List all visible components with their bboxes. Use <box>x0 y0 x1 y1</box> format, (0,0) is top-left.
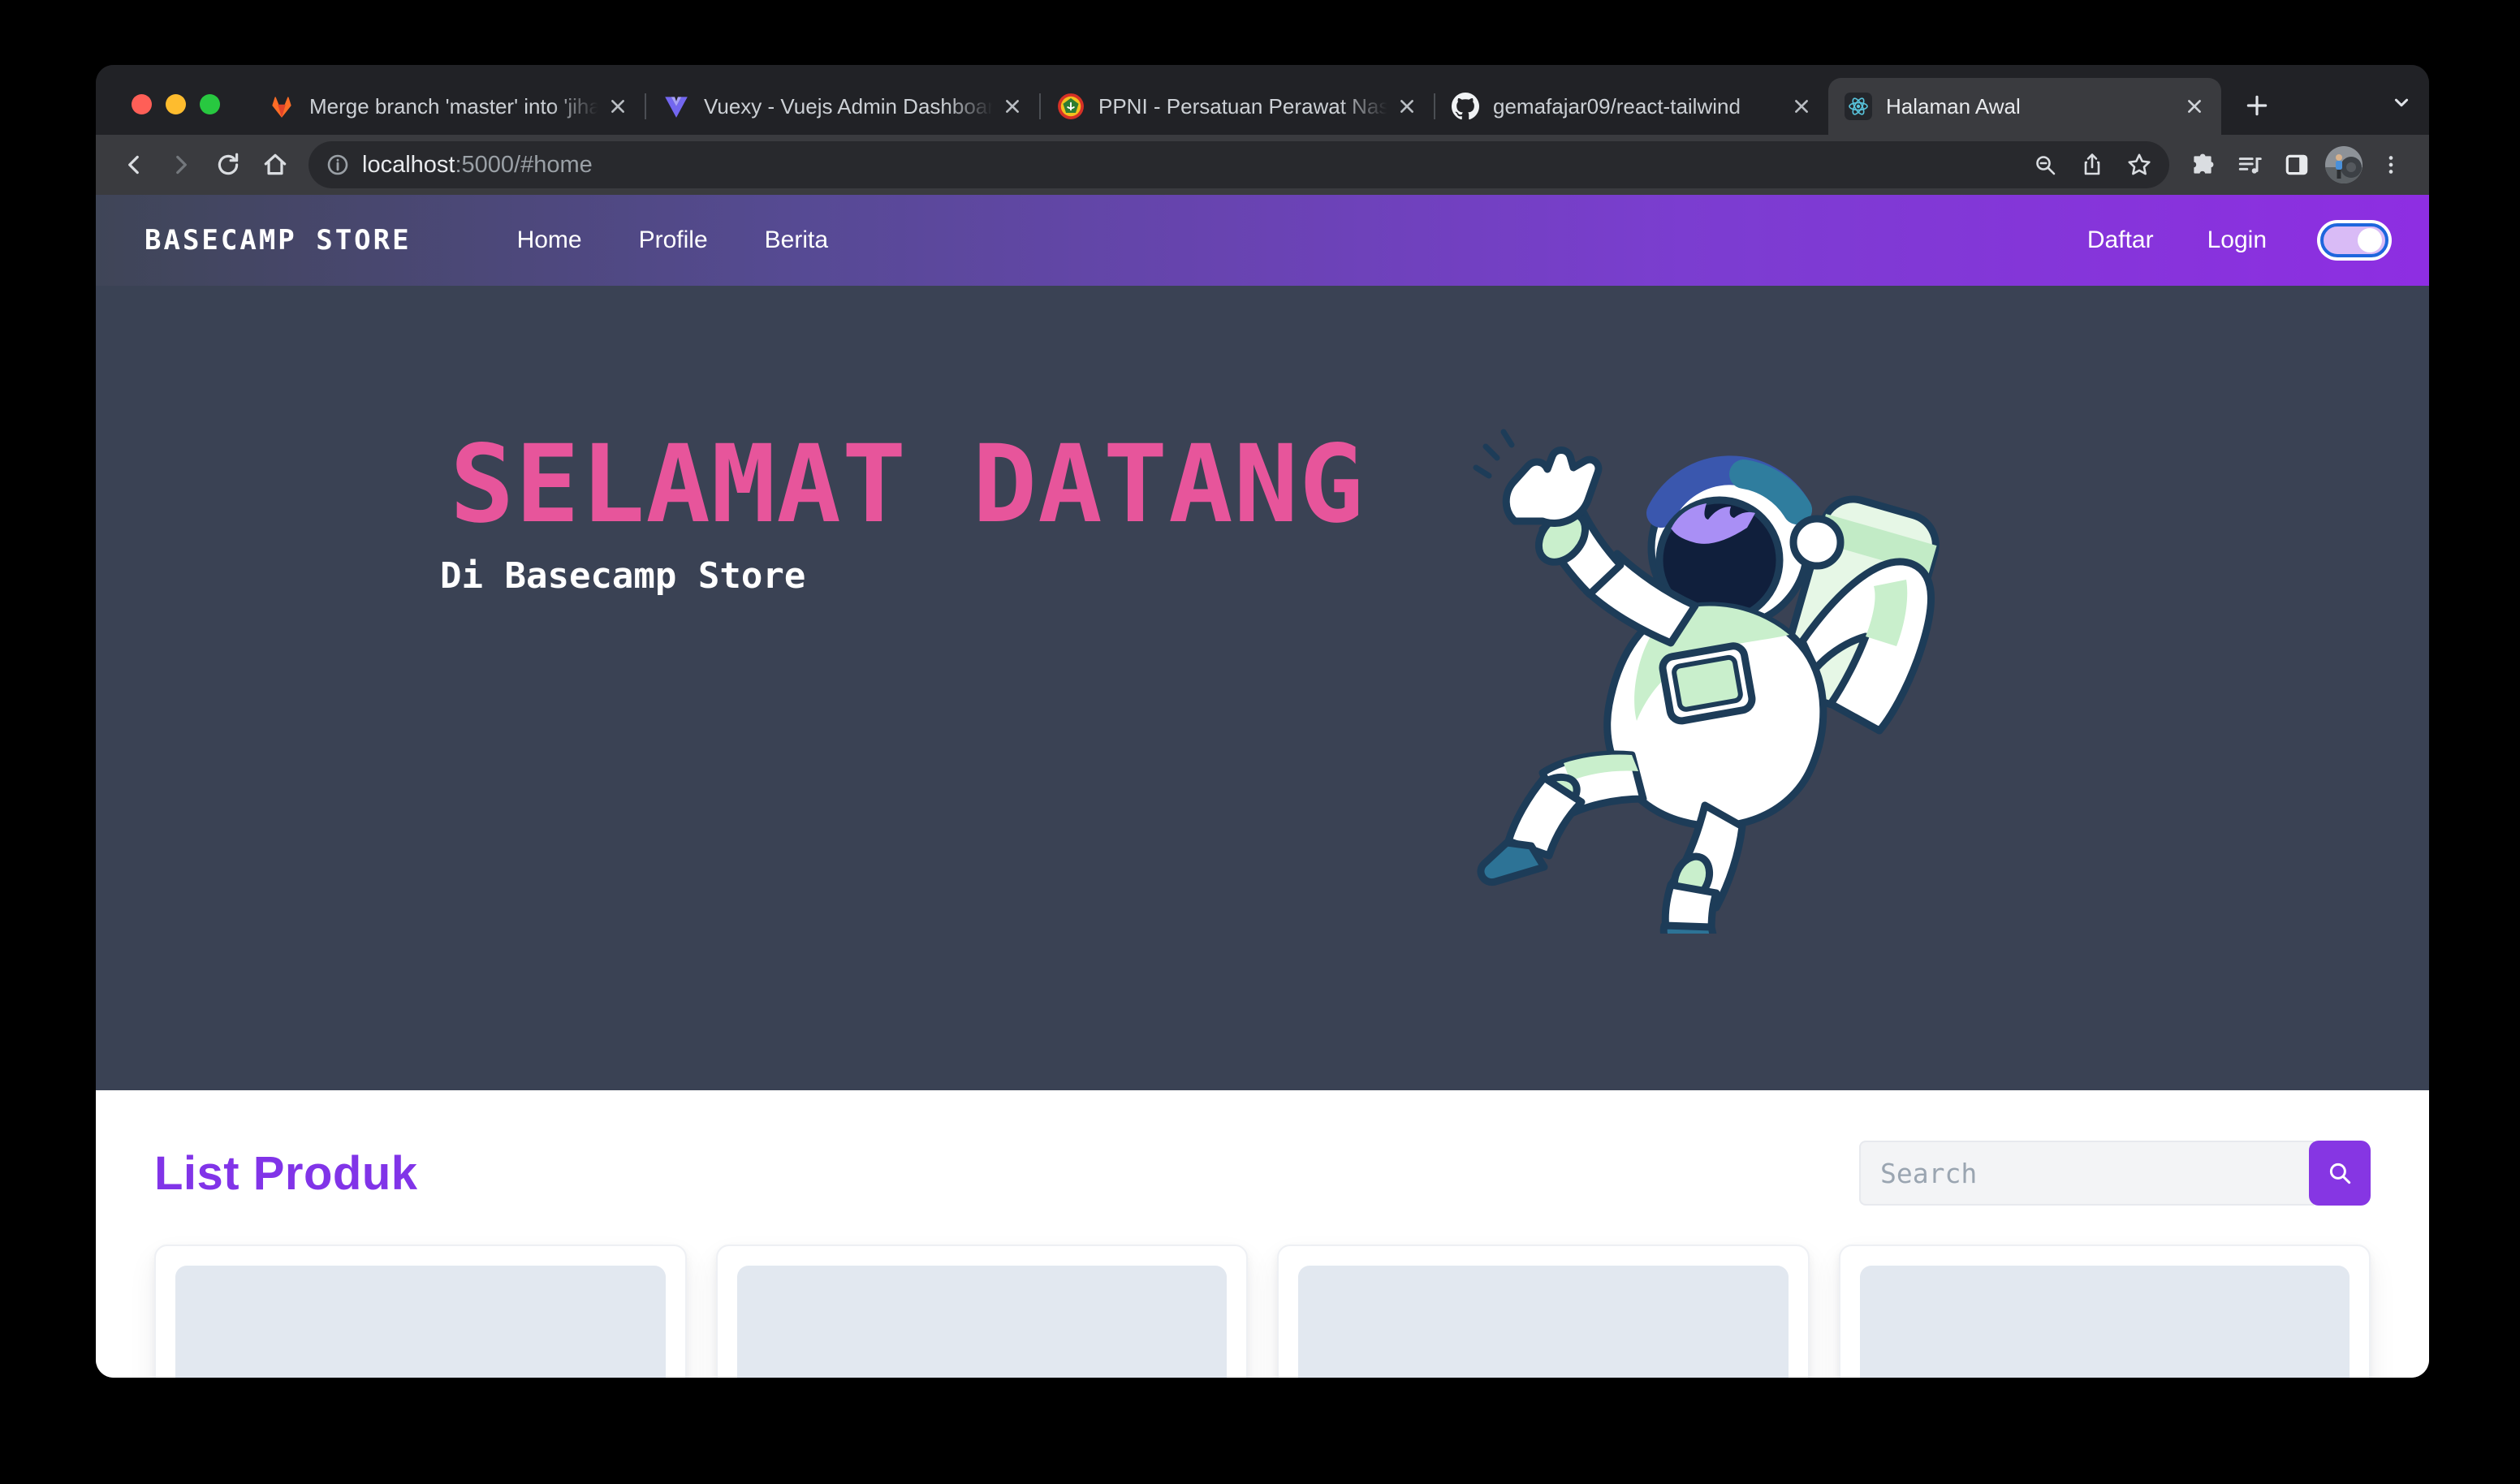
side-panel-icon[interactable] <box>2273 141 2320 188</box>
product-image-placeholder <box>1298 1266 1789 1378</box>
nav-link-home[interactable]: Home <box>517 226 582 254</box>
zoom-window-button[interactable] <box>200 94 220 114</box>
browser-toolbar: localhost:5000/#home <box>96 135 2429 195</box>
home-icon[interactable] <box>252 141 299 188</box>
new-tab-button[interactable] <box>2234 83 2280 128</box>
theme-toggle[interactable] <box>2320 223 2388 257</box>
omnibox-trailing-icons <box>2022 141 2163 188</box>
vuexy-icon <box>662 93 690 120</box>
reload-icon[interactable] <box>205 141 252 188</box>
address-bar[interactable]: localhost:5000/#home <box>309 141 2169 188</box>
search-input[interactable] <box>1859 1141 2314 1206</box>
avatar[interactable] <box>2320 141 2367 188</box>
tab-title: Merge branch 'master' into 'jiha <box>309 94 604 119</box>
tab-halaman-awal-active[interactable]: Halaman Awal <box>1828 78 2221 135</box>
nav-link-profile[interactable]: Profile <box>639 226 708 254</box>
site-nav-actions: Daftar Login <box>2087 223 2388 257</box>
gitlab-icon <box>268 93 296 120</box>
profile-photo <box>2325 146 2362 183</box>
forward-icon[interactable] <box>158 141 205 188</box>
react-icon <box>1845 93 1872 120</box>
url-rest: :5000/#home <box>455 152 592 178</box>
nav-link-login[interactable]: Login <box>2207 226 2267 254</box>
tab-ppni[interactable]: PPNI - Persatuan Perawat Nasio <box>1041 78 1434 135</box>
close-tab-icon[interactable] <box>1393 93 1421 120</box>
traffic-lights <box>132 94 220 114</box>
nav-link-daftar[interactable]: Daftar <box>2087 226 2154 254</box>
tab-title: PPNI - Persatuan Perawat Nasio <box>1098 94 1393 119</box>
tab-title: Vuexy - Vuejs Admin Dashboard <box>704 94 999 119</box>
products-header-row: List Produk <box>154 1141 2371 1206</box>
github-icon <box>1452 93 1479 120</box>
browser-window: Merge branch 'master' into 'jiha Vuexy -… <box>96 65 2429 1378</box>
site-brand: BASECAMP STORE <box>145 224 412 257</box>
close-tab-icon[interactable] <box>2181 93 2208 120</box>
product-card[interactable] <box>1277 1245 1810 1378</box>
site-nav-links: Home Profile Berita <box>517 226 828 254</box>
toggle-knob <box>2358 228 2382 252</box>
search-icon <box>2326 1159 2354 1187</box>
hero-section: SELAMAT DATANG Di Basecamp Store <box>96 286 2429 1090</box>
product-image-placeholder <box>737 1266 1228 1378</box>
page-content: BASECAMP STORE Home Profile Berita Dafta… <box>96 195 2429 1378</box>
close-tab-icon[interactable] <box>604 93 632 120</box>
zoom-out-icon[interactable] <box>2022 141 2069 188</box>
url-host: localhost <box>362 152 455 178</box>
product-image-placeholder <box>175 1266 666 1378</box>
url-text[interactable]: localhost:5000/#home <box>362 152 593 179</box>
site-navbar: BASECAMP STORE Home Profile Berita Dafta… <box>96 195 2429 286</box>
share-icon[interactable] <box>2069 141 2116 188</box>
close-window-button[interactable] <box>132 94 152 114</box>
search-group <box>1859 1141 2371 1206</box>
product-card-grid <box>154 1245 2371 1378</box>
bookmark-star-icon[interactable] <box>2116 141 2163 188</box>
search-button[interactable] <box>2309 1141 2371 1206</box>
tab-strip: Merge branch 'master' into 'jiha Vuexy -… <box>96 65 2429 135</box>
tab-title: Halaman Awal <box>1886 94 2181 119</box>
close-tab-icon[interactable] <box>1788 93 1815 120</box>
close-tab-icon[interactable] <box>999 93 1026 120</box>
tab-search-chevron-icon[interactable] <box>2382 83 2421 122</box>
tab-gitlab[interactable]: Merge branch 'master' into 'jiha <box>252 78 645 135</box>
tabs: Merge branch 'master' into 'jiha Vuexy -… <box>252 65 2221 135</box>
hero-title: SELAMAT DATANG <box>450 422 1365 547</box>
extensions-puzzle-icon[interactable] <box>2179 141 2226 188</box>
products-section: List Produk <box>96 1090 2429 1378</box>
minimize-window-button[interactable] <box>166 94 186 114</box>
browser-menu-icon[interactable] <box>2367 141 2414 188</box>
ppni-icon <box>1057 93 1085 120</box>
product-image-placeholder <box>1860 1266 2350 1378</box>
tab-github[interactable]: gemafajar09/react-tailwind <box>1435 78 1828 135</box>
astronaut-illustration <box>1461 398 1948 934</box>
site-info-icon[interactable] <box>325 152 351 178</box>
nav-link-berita[interactable]: Berita <box>765 226 828 254</box>
hero-subtitle: Di Basecamp Store <box>440 555 805 597</box>
tab-title: gemafajar09/react-tailwind <box>1493 94 1788 119</box>
tab-vuexy[interactable]: Vuexy - Vuejs Admin Dashboard <box>646 78 1039 135</box>
media-controls-icon[interactable] <box>2226 141 2273 188</box>
back-icon[interactable] <box>110 141 158 188</box>
product-card[interactable] <box>716 1245 1249 1378</box>
product-card[interactable] <box>154 1245 687 1378</box>
product-card[interactable] <box>1839 1245 2371 1378</box>
products-heading: List Produk <box>154 1146 418 1201</box>
